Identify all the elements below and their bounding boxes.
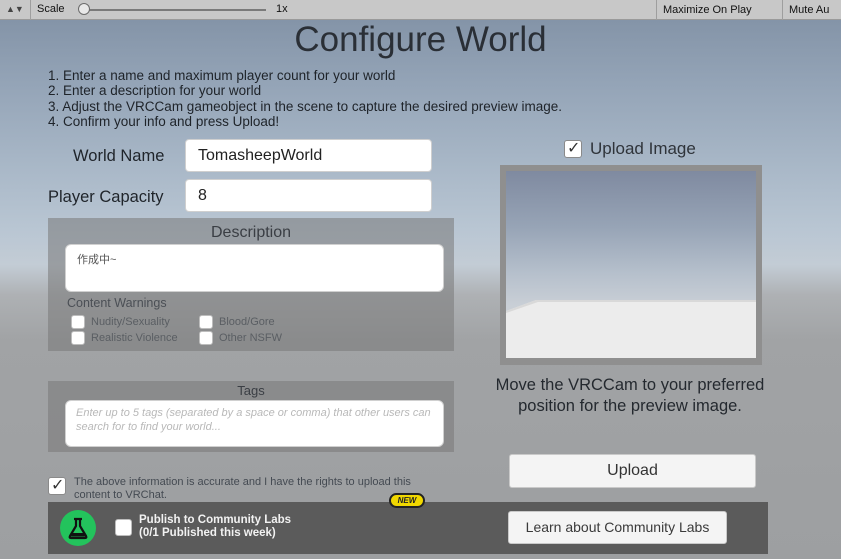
upload-image-checkbox[interactable]: ✓ [564,140,582,158]
world-name-input[interactable]: TomasheepWorld [185,139,432,172]
maximize-on-play-button[interactable]: Maximize On Play [658,0,757,20]
other-nsfw-checkbox[interactable] [199,331,213,345]
tags-title: Tags [237,383,265,398]
preview-hint-text: Move the VRCCam to your preferred positi… [495,376,765,415]
scale-slider-handle[interactable] [78,3,90,15]
new-badge: NEW [389,493,425,508]
toolbar-divider [30,0,31,20]
upload-button[interactable]: Upload [509,454,756,488]
toolbar-divider [782,0,783,20]
tags-panel: Tags Enter up to 5 tags (separated by a … [48,381,454,452]
blood-gore-label: Blood/Gore [219,316,275,328]
publish-community-labs-label: Publish to Community Labs (0/1 Published… [139,514,291,540]
lab-flask-icon [60,510,96,546]
instruction-step: 3. Adjust the VRCCam gameobject in the s… [48,98,563,114]
description-panel: Description 作成中~ Content Warnings Nudity… [48,218,454,351]
description-text: 作成中~ [77,254,117,266]
world-name-label: World Name [73,147,165,165]
instruction-step: 4. Confirm your info and press Upload! [48,113,280,129]
scale-slider-track[interactable] [80,9,266,11]
preview-image [506,171,756,358]
toolbar-divider [656,0,657,20]
publish-community-labs-checkbox[interactable] [115,519,132,536]
player-capacity-label: Player Capacity [48,188,164,206]
other-nsfw-label: Other NSFW [219,332,282,344]
up-down-arrows-icon[interactable]: ▲▼ [6,4,24,14]
content-warnings-title: Content Warnings [67,296,167,310]
rights-text: The above information is accurate and I … [74,476,411,501]
preview-image-frame [500,165,762,365]
scale-value: 1x [276,3,288,15]
player-capacity-input[interactable]: 8 [185,179,432,212]
checkmark-icon: ✓ [567,140,581,157]
instructions-list: 1. Enter a name and maximum player count… [48,68,562,129]
upload-image-label: Upload Image [590,139,696,158]
publish-count: (0/1 Published this week) [139,527,276,539]
instruction-step: 1. Enter a name and maximum player count… [48,68,396,83]
realistic-violence-label: Realistic Violence [91,332,178,344]
description-title: Description [210,224,292,241]
nudity-label: Nudity/Sexuality [91,316,170,328]
learn-community-labs-button[interactable]: Learn about Community Labs [508,511,727,544]
realistic-violence-checkbox[interactable] [71,331,85,345]
publish-line: Publish to Community Labs [139,514,292,526]
scale-label: Scale [37,3,65,15]
blood-gore-checkbox[interactable] [199,315,213,329]
nudity-checkbox[interactable] [71,315,85,329]
description-input[interactable]: 作成中~ [65,244,444,292]
scene-toolbar: ▲▼ Scale 1x Maximize On Play Mute Au [0,0,841,20]
instruction-step: 2. Enter a description for your world [48,83,262,99]
page-title: Configure World [294,20,547,59]
tags-input[interactable]: Enter up to 5 tags (separated by a space… [65,400,444,447]
tags-placeholder: Enter up to 5 tags (separated by a space… [76,407,431,433]
community-labs-bar: Publish to Community Labs (0/1 Published… [48,502,768,554]
rights-checkbox[interactable]: ✓ [48,477,66,495]
checkmark-icon: ✓ [51,477,65,494]
mute-audio-button[interactable]: Mute Au [784,0,834,20]
